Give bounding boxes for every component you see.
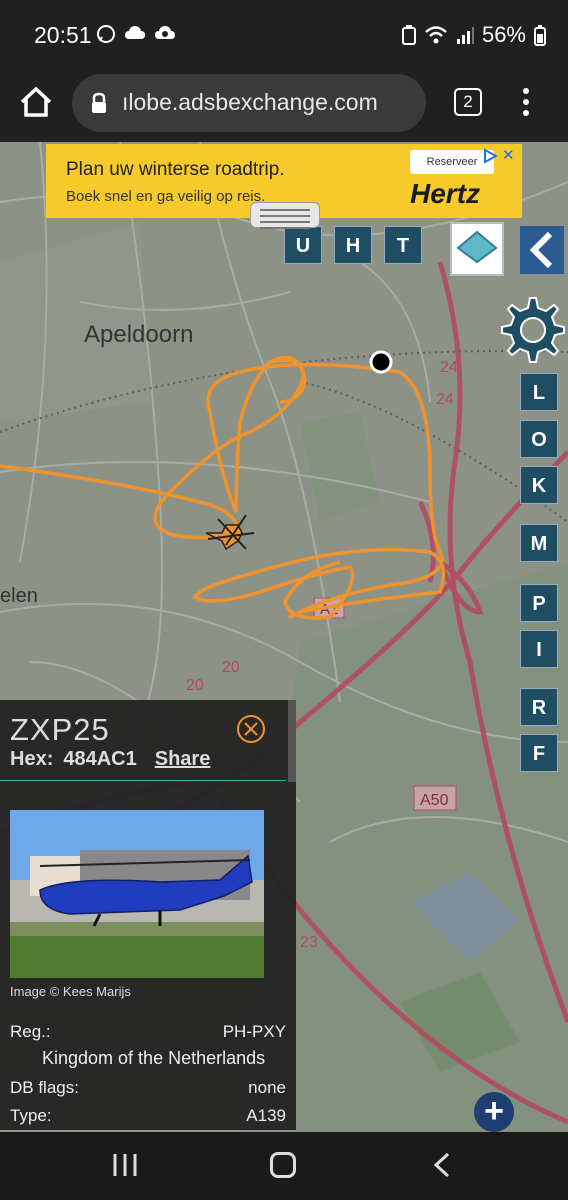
map-label-road: 24 (440, 359, 458, 376)
settings-button[interactable] (494, 292, 566, 364)
battery-saver-icon (401, 25, 416, 45)
dbflags-value: none (248, 1078, 286, 1097)
system-icons: 56% (401, 22, 546, 48)
collapse-sidebar-button[interactable] (520, 226, 564, 274)
type-value: A139 (246, 1106, 286, 1125)
map-button-h[interactable]: H (334, 226, 372, 264)
layers-button[interactable] (450, 222, 504, 276)
helicopter-icon[interactable] (205, 514, 255, 551)
signal-icon (456, 27, 474, 44)
clock: 20:51 (34, 22, 92, 48)
more-menu-icon[interactable] (520, 88, 532, 118)
hex-label: Hex: (10, 748, 54, 770)
share-link[interactable]: Share (155, 748, 211, 770)
map-button-l[interactable]: L (520, 373, 558, 411)
map-label-city-partial: elen (0, 585, 38, 607)
map-button-u[interactable]: U (284, 226, 322, 264)
wifi-icon (425, 26, 447, 44)
map-button-f[interactable]: F (520, 734, 558, 772)
battery-icon (534, 25, 546, 46)
close-panel-icon[interactable] (236, 714, 266, 744)
map-button-t[interactable]: T (384, 226, 422, 264)
type-label: Type: (10, 1106, 52, 1125)
hex-row: Hex: 484AC1 Share (10, 748, 210, 771)
panel-scrollbar[interactable] (288, 700, 296, 782)
image-credit: Image © Kees Marijs (10, 984, 131, 999)
divider (0, 780, 286, 781)
notification-icons (96, 24, 176, 44)
hex-value: 484AC1 (63, 748, 137, 770)
aircraft-info-panel: ZXP25 Hex: 484AC1 Share Image © Kees Marij… (0, 700, 296, 1130)
ad-brand-logo: Hertz (410, 178, 481, 209)
zoom-in-button[interactable]: + (474, 1092, 514, 1132)
ad-subtitle: Boek snel en ga veilig op reis. (66, 188, 266, 205)
country: Kingdom of the Netherlands (42, 1048, 266, 1068)
map-label-road: 20 (222, 659, 240, 676)
reg-label: Reg.: (10, 1022, 51, 1041)
dbflags-label: DB flags: (10, 1078, 79, 1097)
back-nav-icon[interactable] (432, 1152, 452, 1178)
map-label-road: 24 (436, 391, 454, 408)
reg-value: PH-PXY (222, 1022, 286, 1041)
chevron-left-icon (529, 231, 553, 269)
gear-icon (501, 297, 565, 363)
layers-icon (456, 230, 498, 264)
map-button-m[interactable]: M (520, 524, 558, 562)
ad-drag-handle[interactable] (250, 202, 320, 229)
ad-title: Plan uw winterse roadtrip. (66, 159, 285, 180)
map-label-road: 23 (300, 934, 318, 951)
aircraft-photo (10, 810, 264, 978)
cloud-sync-icon (155, 26, 175, 39)
map-label-road-a50: A50 (420, 792, 449, 809)
map-button-i[interactable]: I (520, 630, 558, 668)
browser-toolbar: ılobe.adsbexchange.com 2 (0, 70, 568, 142)
status-bar: 20:51 56% (0, 0, 568, 70)
battery-percent: 56% (481, 22, 526, 47)
site-marker[interactable] (369, 350, 393, 374)
whatsapp-icon (97, 25, 115, 43)
ad-close-icon[interactable]: ✕ (502, 148, 518, 164)
address-bar[interactable]: ılobe.adsbexchange.com (72, 74, 426, 132)
map-label-city: Apeldoorn (84, 321, 193, 348)
url-text: ılobe.adsbexchange.com (122, 89, 378, 115)
android-nav-bar (0, 1132, 568, 1200)
ad-choices-icon[interactable] (482, 148, 498, 164)
cloud-icon (125, 26, 145, 39)
home-nav-icon[interactable] (270, 1152, 296, 1178)
recent-apps-icon[interactable] (112, 1154, 138, 1176)
map-button-p[interactable]: P (520, 584, 558, 622)
callsign: ZXP25 (10, 712, 110, 747)
tab-switcher-button[interactable]: 2 (454, 88, 482, 116)
map-label-road: 20 (186, 677, 204, 694)
map-button-k[interactable]: K (520, 466, 558, 504)
lock-icon (92, 92, 106, 113)
map-button-r[interactable]: R (520, 688, 558, 726)
home-icon[interactable] (18, 84, 54, 120)
map-button-o[interactable]: O (520, 420, 558, 458)
